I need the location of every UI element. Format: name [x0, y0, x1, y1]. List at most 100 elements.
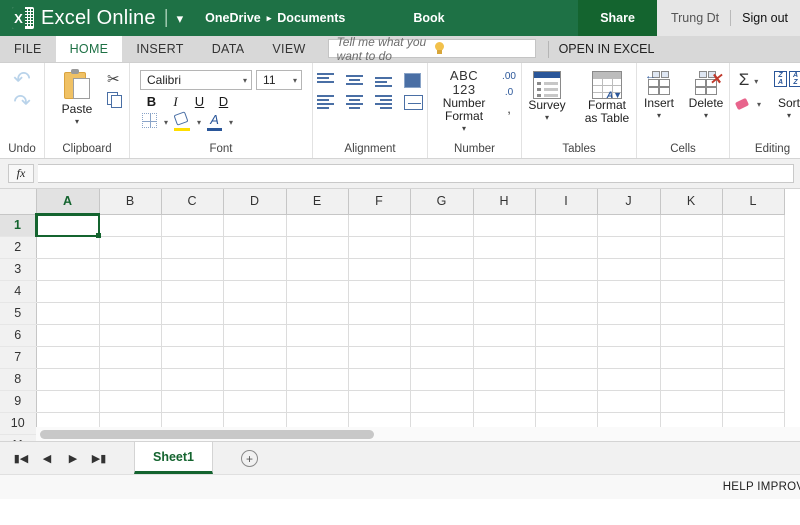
chevron-down-icon[interactable]: ▾ — [177, 11, 184, 27]
survey-button[interactable]: Survey ▾ — [523, 71, 571, 122]
cell-k6[interactable] — [660, 324, 723, 347]
cell-f8[interactable] — [348, 368, 411, 391]
redo-arrow-icon[interactable]: ↷ — [13, 92, 31, 113]
column-header-j[interactable]: J — [597, 189, 661, 215]
row-header-6[interactable]: 6 — [0, 324, 37, 347]
cell-l5[interactable] — [722, 302, 785, 325]
cell-k2[interactable] — [660, 236, 723, 259]
comma-style-button[interactable]: , — [507, 102, 511, 115]
row-header-5[interactable]: 5 — [0, 302, 37, 325]
cell-l3[interactable] — [722, 258, 785, 281]
cell-e2[interactable] — [286, 236, 349, 259]
cell-k7[interactable] — [660, 346, 723, 369]
breadcrumb-item-documents[interactable]: Documents — [277, 11, 345, 25]
select-all-corner[interactable] — [0, 189, 37, 215]
cell-i8[interactable] — [535, 368, 598, 391]
cell-c1[interactable] — [161, 214, 224, 237]
align-center-icon[interactable] — [346, 95, 363, 109]
cell-e8[interactable] — [286, 368, 349, 391]
cell-h2[interactable] — [473, 236, 536, 259]
cell-f7[interactable] — [348, 346, 411, 369]
cell-g2[interactable] — [410, 236, 474, 259]
cell-d7[interactable] — [223, 346, 287, 369]
font-color-caret-icon[interactable]: ▾ — [229, 118, 233, 127]
align-middle-icon[interactable] — [346, 73, 363, 87]
delete-cells-dropdown-icon[interactable]: ▾ — [704, 112, 708, 120]
align-left-icon[interactable] — [317, 95, 334, 109]
align-top-icon[interactable] — [317, 73, 334, 87]
sign-out-link[interactable]: Sign out — [742, 11, 788, 25]
cell-i5[interactable] — [535, 302, 598, 325]
cell-c7[interactable] — [161, 346, 224, 369]
align-right-icon[interactable] — [375, 95, 392, 109]
autosum-icon[interactable]: Σ — [739, 71, 750, 88]
cell-h4[interactable] — [473, 280, 536, 303]
column-header-a[interactable]: A — [36, 189, 100, 215]
cell-d8[interactable] — [223, 368, 287, 391]
borders-caret-icon[interactable]: ▾ — [164, 118, 168, 127]
cell-g4[interactable] — [410, 280, 474, 303]
cell-k4[interactable] — [660, 280, 723, 303]
share-button[interactable]: Share — [578, 0, 657, 36]
cell-e9[interactable] — [286, 390, 349, 413]
row-header-3[interactable]: 3 — [0, 258, 37, 281]
next-sheet-icon[interactable]: ▶ — [60, 452, 86, 465]
underline-button[interactable]: U — [192, 94, 207, 110]
borders-icon[interactable] — [142, 113, 157, 128]
cell-c4[interactable] — [161, 280, 224, 303]
column-header-c[interactable]: C — [161, 189, 224, 215]
cell-k3[interactable] — [660, 258, 723, 281]
decrease-decimal-icon[interactable]: .0 — [505, 88, 513, 98]
first-sheet-icon[interactable]: ▮◀ — [8, 452, 34, 465]
column-header-g[interactable]: G — [410, 189, 474, 215]
copy-icon[interactable] — [107, 92, 123, 108]
column-header-e[interactable]: E — [286, 189, 349, 215]
cell-i2[interactable] — [535, 236, 598, 259]
column-header-b[interactable]: B — [99, 189, 162, 215]
double-underline-button[interactable]: D — [216, 94, 231, 110]
row-header-4[interactable]: 4 — [0, 280, 37, 303]
column-header-d[interactable]: D — [223, 189, 287, 215]
cell-i9[interactable] — [535, 390, 598, 413]
row-header-10[interactable]: 10 — [0, 412, 37, 435]
cell-b7[interactable] — [99, 346, 162, 369]
cell-j8[interactable] — [597, 368, 661, 391]
add-sheet-icon[interactable]: + — [241, 450, 258, 467]
row-header-8[interactable]: 8 — [0, 368, 37, 391]
sheet-tab-sheet1[interactable]: Sheet1 — [134, 442, 213, 474]
user-name-label[interactable]: Trung Dt — [671, 11, 719, 25]
workbook-title[interactable]: Book — [413, 0, 444, 36]
cell-l2[interactable] — [722, 236, 785, 259]
cell-j2[interactable] — [597, 236, 661, 259]
row-header-1[interactable]: 1 — [0, 214, 37, 237]
cell-d3[interactable] — [223, 258, 287, 281]
cell-i6[interactable] — [535, 324, 598, 347]
row-header-9[interactable]: 9 — [0, 390, 37, 413]
cell-h7[interactable] — [473, 346, 536, 369]
formula-input[interactable] — [38, 164, 794, 183]
number-format-dropdown-icon[interactable]: ▾ — [462, 125, 466, 133]
horizontal-scrollbar[interactable] — [36, 427, 800, 441]
cell-l1[interactable] — [722, 214, 785, 237]
autosum-dropdown-icon[interactable]: ▾ — [754, 77, 758, 86]
increase-decimal-icon[interactable]: .00 — [502, 72, 516, 82]
cell-f1[interactable] — [348, 214, 411, 237]
cell-d6[interactable] — [223, 324, 287, 347]
previous-sheet-icon[interactable]: ◀ — [34, 452, 60, 465]
column-header-h[interactable]: H — [473, 189, 536, 215]
cell-b8[interactable] — [99, 368, 162, 391]
cell-b3[interactable] — [99, 258, 162, 281]
cell-h5[interactable] — [473, 302, 536, 325]
cell-f6[interactable] — [348, 324, 411, 347]
brand-area[interactable]: X Excel Online | ▾ — [0, 0, 183, 36]
fill-color-icon[interactable] — [173, 111, 191, 131]
insert-cells-dropdown-icon[interactable]: ▾ — [657, 112, 661, 120]
cell-e6[interactable] — [286, 324, 349, 347]
cell-b9[interactable] — [99, 390, 162, 413]
cell-j5[interactable] — [597, 302, 661, 325]
cell-i7[interactable] — [535, 346, 598, 369]
cell-a6[interactable] — [36, 324, 100, 347]
cell-j1[interactable] — [597, 214, 661, 237]
tab-data[interactable]: DATA — [198, 36, 259, 62]
column-header-f[interactable]: F — [348, 189, 411, 215]
